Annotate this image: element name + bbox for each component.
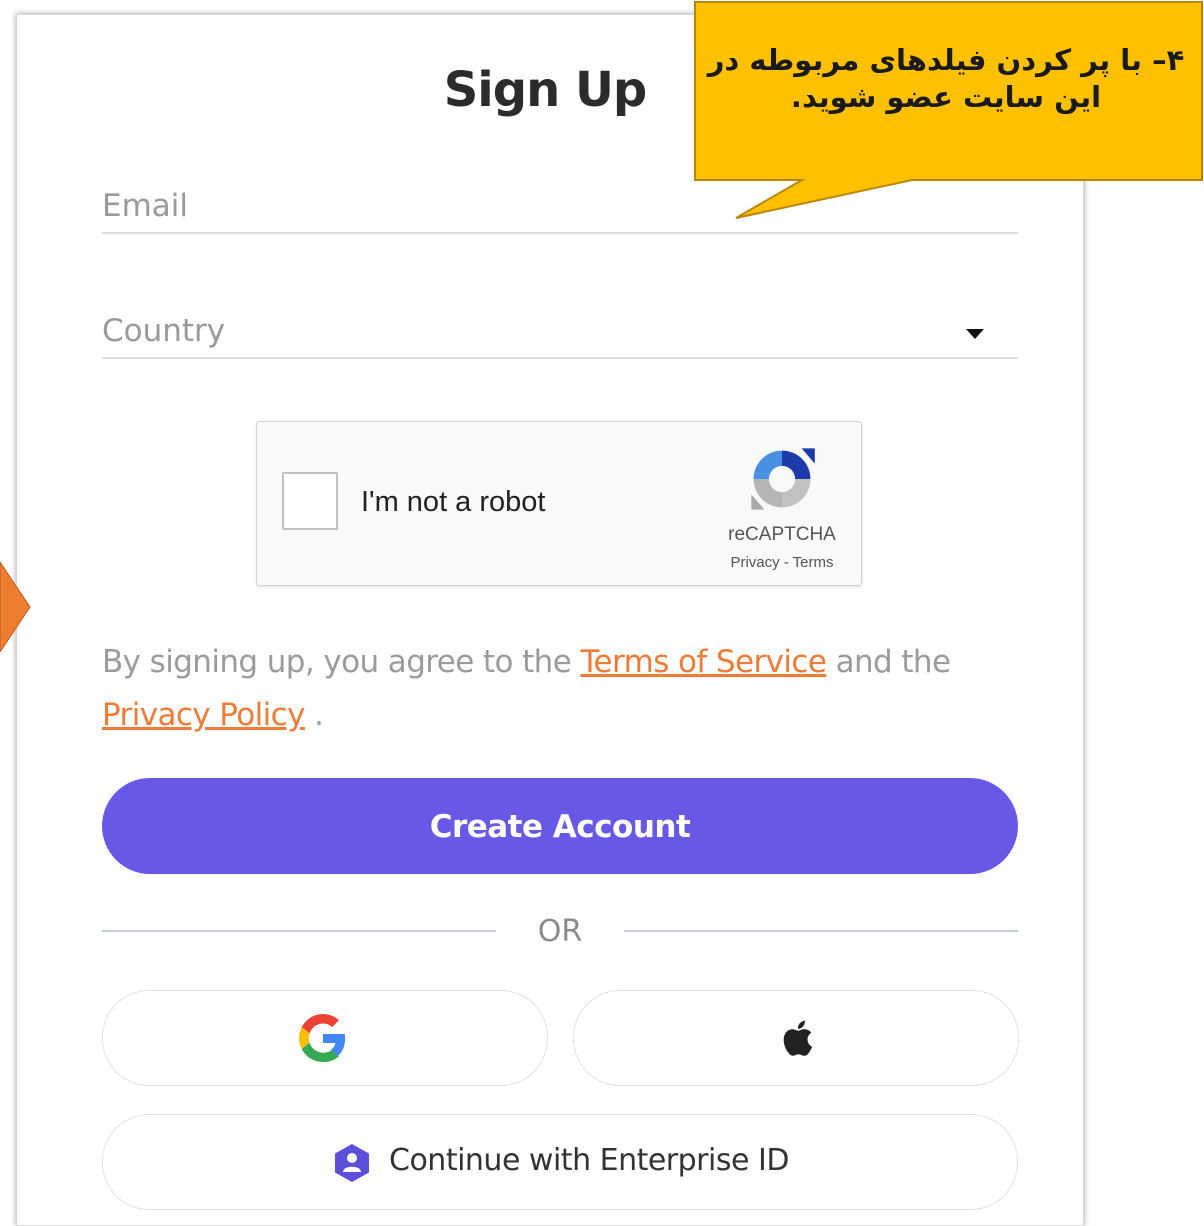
terms-of-service-link[interactable]: Terms of Service — [580, 644, 826, 680]
enterprise-label: Continue with Enterprise ID — [389, 1143, 789, 1178]
recaptcha-widget: I'm not a robot reCAPTCHA Privacy - Term… — [256, 421, 862, 586]
country-select[interactable]: Country — [102, 307, 1018, 359]
divider-or: OR — [537, 914, 583, 949]
apple-signin-button[interactable] — [573, 990, 1019, 1086]
agreement-text: By signing up, you agree to the Terms of… — [102, 636, 1032, 742]
divider-right — [624, 930, 1018, 932]
agreement-prefix: By signing up, you agree to the — [102, 644, 572, 680]
callout-text: ۴– با پر کردن فیلدهای مربوطه در این سایت… — [707, 43, 1185, 114]
agreement-middle: and the — [835, 644, 951, 680]
recaptcha-icon — [751, 448, 815, 510]
recaptcha-label: I'm not a robot — [361, 486, 546, 518]
google-icon — [299, 1014, 346, 1062]
email-placeholder: Email — [102, 188, 189, 224]
recaptcha-checkbox[interactable] — [282, 472, 338, 530]
recaptcha-brand: reCAPTCHA — [728, 524, 836, 545]
enterprise-id-icon — [335, 1144, 369, 1182]
enterprise-signin-button[interactable]: Continue with Enterprise ID — [102, 1114, 1018, 1210]
country-placeholder: Country — [102, 313, 226, 349]
privacy-policy-link[interactable]: Privacy Policy — [102, 697, 305, 733]
google-signin-button[interactable] — [102, 990, 548, 1086]
agreement-suffix: . — [314, 697, 324, 733]
create-account-button[interactable]: Create Account — [102, 778, 1018, 874]
chevron-down-icon[interactable] — [966, 329, 984, 339]
apple-icon — [783, 1020, 813, 1056]
orange-arrow-pointer — [0, 562, 31, 652]
divider-left — [102, 930, 496, 932]
recaptcha-links[interactable]: Privacy - Terms — [697, 554, 867, 571]
